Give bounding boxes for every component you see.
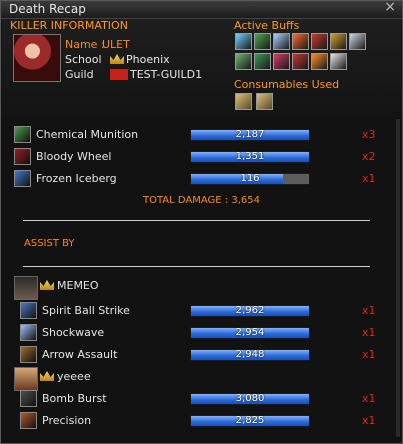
skill-icon	[20, 302, 37, 319]
assist-player-name: yeeee	[57, 370, 91, 383]
hit-count: x1	[362, 326, 376, 339]
killer-portrait	[13, 34, 61, 82]
buff-icon-4[interactable]	[292, 33, 309, 50]
buff-icon-10[interactable]	[273, 53, 290, 70]
hit-count: x1	[362, 414, 376, 427]
crown-icon	[40, 371, 54, 381]
close-icon[interactable]: ×	[384, 0, 396, 15]
assist-player-name: MEMEO	[57, 279, 99, 292]
active-buffs-label: Active Buffs	[234, 19, 300, 32]
damage-bar: 3,080	[190, 393, 310, 405]
guild-emblem-icon	[110, 69, 128, 80]
buff-icon-6[interactable]	[330, 33, 347, 50]
consumable-icon-1[interactable]	[235, 93, 252, 110]
buff-icon-13[interactable]	[330, 53, 347, 70]
skill-name: Shockwave	[42, 326, 105, 339]
school-value: Phoenix	[126, 53, 170, 66]
buff-icon-11[interactable]	[292, 53, 309, 70]
skill-icon	[14, 126, 31, 143]
buff-icon-1[interactable]	[235, 33, 252, 50]
damage-value: 2,962	[235, 305, 265, 316]
hit-count: x3	[362, 128, 376, 141]
hit-count: x1	[362, 392, 376, 405]
death-recap-window: Death Recap × KILLER INFORMATION Name : …	[0, 0, 403, 444]
damage-bar: 2,187	[190, 129, 310, 141]
buff-icon-5[interactable]	[311, 33, 328, 50]
damage-bar: 2,962	[190, 305, 310, 317]
damage-bar: 2,825	[190, 415, 310, 427]
damage-value: 2,187	[235, 129, 265, 140]
guild-value: TEST-GUILD1	[130, 68, 203, 81]
skill-icon	[20, 412, 37, 429]
killer-panel: KILLER INFORMATION Name : ULET School Ph…	[2, 19, 401, 116]
damage-value: 2,954	[235, 327, 265, 338]
skill-name: Bloody Wheel	[36, 150, 112, 163]
skill-icon	[14, 148, 31, 165]
skill-name: Precision	[42, 414, 92, 427]
consumables-label: Consumables Used	[234, 78, 340, 91]
killer-name: ULET	[102, 38, 130, 51]
killer-info-label: KILLER INFORMATION	[10, 19, 128, 32]
guild-label: Guild	[65, 68, 94, 81]
window-title: Death Recap	[9, 2, 86, 16]
phoenix-school-icon	[110, 54, 124, 64]
skill-icon	[20, 324, 37, 341]
damage-bar: 2,954	[190, 327, 310, 339]
crown-icon	[40, 280, 54, 290]
hit-count: x1	[362, 172, 376, 185]
hit-count: x1	[362, 304, 376, 317]
buff-icon-9[interactable]	[254, 53, 271, 70]
total-damage: TOTAL DAMAGE : 3,654	[143, 195, 260, 206]
killer-name-label: Name :	[65, 38, 105, 51]
assist-player-portrait	[14, 276, 38, 300]
damage-value: 3,080	[235, 393, 265, 404]
skill-name: Frozen Iceberg	[36, 172, 117, 185]
damage-value: 2,825	[235, 415, 265, 426]
damage-value: 1,351	[235, 151, 265, 162]
divider	[23, 220, 370, 221]
damage-bar: 1,351	[190, 151, 310, 163]
buff-icon-3[interactable]	[273, 33, 290, 50]
skill-icon	[20, 390, 37, 407]
skill-icon	[14, 170, 31, 187]
buff-icon-2[interactable]	[254, 33, 271, 50]
skill-name: Spirit Ball Strike	[42, 304, 130, 317]
skill-name: Bomb Burst	[42, 392, 107, 405]
consumable-icon-2[interactable]	[256, 93, 273, 110]
assist-by-label: ASSIST BY	[24, 238, 75, 249]
title-bar[interactable]: Death Recap ×	[1, 0, 402, 19]
buff-icon-8[interactable]	[235, 53, 252, 70]
hit-count: x2	[362, 150, 376, 163]
scrollbar[interactable]	[396, 119, 400, 437]
assist-player-portrait	[14, 367, 38, 391]
damage-value: 2,948	[235, 349, 265, 360]
divider	[23, 266, 370, 267]
damage-bar: 116	[190, 173, 310, 185]
school-label: School	[65, 53, 102, 66]
skill-name: Chemical Munition	[36, 128, 139, 141]
damage-bar: 2,948	[190, 349, 310, 361]
hit-count: x1	[362, 348, 376, 361]
buff-icon-7[interactable]	[349, 33, 366, 50]
damage-value: 116	[240, 173, 260, 184]
skill-icon	[20, 346, 37, 363]
skill-name: Arrow Assault	[42, 348, 118, 361]
buff-icon-12[interactable]	[311, 53, 328, 70]
